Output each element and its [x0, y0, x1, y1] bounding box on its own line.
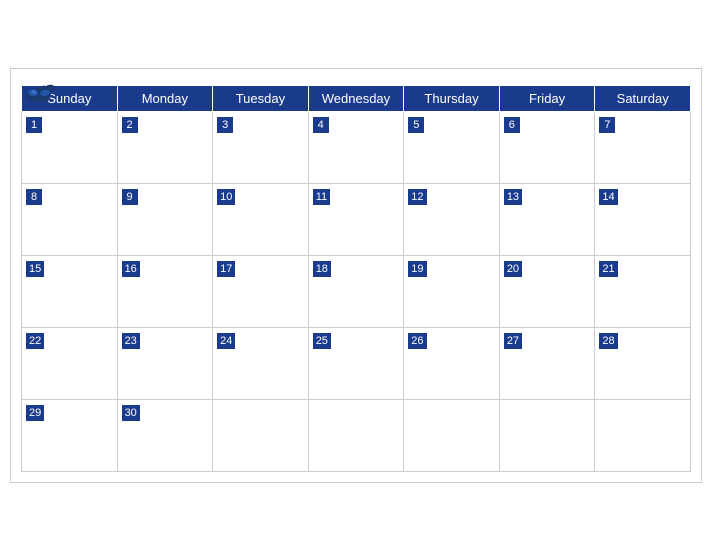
day-number: 3 — [217, 117, 233, 133]
weekday-header-friday: Friday — [499, 85, 595, 111]
calendar-cell: 19 — [404, 255, 500, 327]
day-number: 4 — [313, 117, 329, 133]
day-number: 29 — [26, 405, 44, 421]
day-number: 28 — [599, 333, 617, 349]
day-number: 7 — [599, 117, 615, 133]
calendar-cell: 24 — [213, 327, 309, 399]
calendar-cell — [499, 399, 595, 471]
day-number: 10 — [217, 189, 235, 205]
calendar-cell: 4 — [308, 111, 404, 183]
calendar-body: 1234567891011121314151617181920212223242… — [22, 111, 691, 471]
calendar-cell: 14 — [595, 183, 691, 255]
day-number: 5 — [408, 117, 424, 133]
calendar-container: SundayMondayTuesdayWednesdayThursdayFrid… — [10, 68, 702, 483]
calendar-cell: 28 — [595, 327, 691, 399]
week-row-2: 8 9 10 11 12 13 14 — [22, 183, 691, 255]
day-number: 19 — [408, 261, 426, 277]
calendar-cell — [404, 399, 500, 471]
calendar-cell: 13 — [499, 183, 595, 255]
day-number: 24 — [217, 333, 235, 349]
day-number: 30 — [122, 405, 140, 421]
day-number: 13 — [504, 189, 522, 205]
day-number: 9 — [122, 189, 138, 205]
calendar-cell — [213, 399, 309, 471]
calendar-cell: 25 — [308, 327, 404, 399]
day-number: 12 — [408, 189, 426, 205]
calendar-cell: 18 — [308, 255, 404, 327]
day-number: 17 — [217, 261, 235, 277]
day-number: 18 — [313, 261, 331, 277]
day-number: 16 — [122, 261, 140, 277]
calendar-thead: SundayMondayTuesdayWednesdayThursdayFrid… — [22, 85, 691, 111]
calendar-cell: 8 — [22, 183, 118, 255]
calendar-cell: 30 — [117, 399, 213, 471]
day-number: 11 — [313, 189, 330, 205]
calendar-cell: 22 — [22, 327, 118, 399]
calendar-cell: 6 — [499, 111, 595, 183]
weekday-header-row: SundayMondayTuesdayWednesdayThursdayFrid… — [22, 85, 691, 111]
weekday-header-monday: Monday — [117, 85, 213, 111]
calendar-table: SundayMondayTuesdayWednesdayThursdayFrid… — [21, 85, 691, 472]
day-number: 6 — [504, 117, 520, 133]
calendar-cell: 26 — [404, 327, 500, 399]
calendar-cell: 3 — [213, 111, 309, 183]
calendar-cell: 29 — [22, 399, 118, 471]
weekday-header-thursday: Thursday — [404, 85, 500, 111]
logo-bird-icon — [21, 79, 57, 107]
calendar-cell: 10 — [213, 183, 309, 255]
calendar-cell — [595, 399, 691, 471]
calendar-cell: 11 — [308, 183, 404, 255]
calendar-cell: 21 — [595, 255, 691, 327]
calendar-cell: 17 — [213, 255, 309, 327]
day-number: 1 — [26, 117, 42, 133]
calendar-cell: 5 — [404, 111, 500, 183]
day-number: 26 — [408, 333, 426, 349]
week-row-5: 29 30 — [22, 399, 691, 471]
calendar-cell: 12 — [404, 183, 500, 255]
calendar-cell: 23 — [117, 327, 213, 399]
calendar-cell: 1 — [22, 111, 118, 183]
weekday-header-wednesday: Wednesday — [308, 85, 404, 111]
logo-area — [21, 79, 57, 107]
day-number: 27 — [504, 333, 522, 349]
day-number: 23 — [122, 333, 140, 349]
day-number: 8 — [26, 189, 42, 205]
weekday-header-saturday: Saturday — [595, 85, 691, 111]
calendar-cell: 27 — [499, 327, 595, 399]
week-row-3: 15 16 17 18 19 20 21 — [22, 255, 691, 327]
calendar-cell — [308, 399, 404, 471]
weekday-header-tuesday: Tuesday — [213, 85, 309, 111]
day-number: 14 — [599, 189, 617, 205]
calendar-cell: 16 — [117, 255, 213, 327]
day-number: 2 — [122, 117, 138, 133]
day-number: 15 — [26, 261, 44, 277]
week-row-4: 22 23 24 25 26 27 28 — [22, 327, 691, 399]
calendar-cell: 2 — [117, 111, 213, 183]
week-row-1: 1 2 3 4 5 6 7 — [22, 111, 691, 183]
calendar-cell: 7 — [595, 111, 691, 183]
calendar-cell: 9 — [117, 183, 213, 255]
day-number: 25 — [313, 333, 331, 349]
calendar-cell: 20 — [499, 255, 595, 327]
day-number: 21 — [599, 261, 617, 277]
day-number: 22 — [26, 333, 44, 349]
day-number: 20 — [504, 261, 522, 277]
calendar-cell: 15 — [22, 255, 118, 327]
